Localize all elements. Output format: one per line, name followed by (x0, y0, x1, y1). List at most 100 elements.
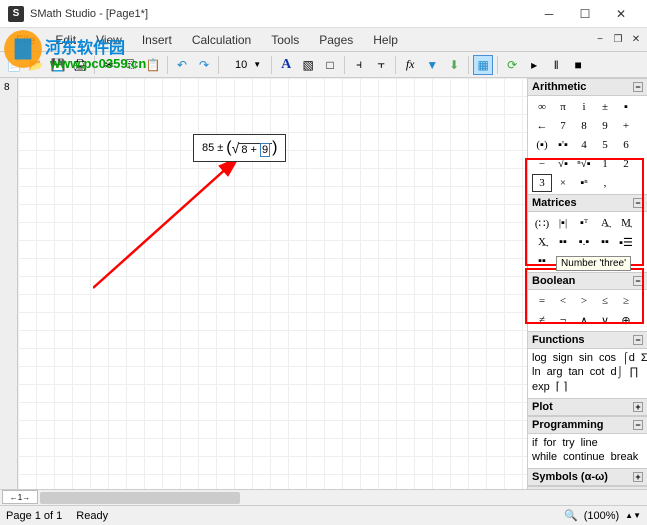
btn-1[interactable]: 1 (595, 155, 615, 173)
menu-help[interactable]: Help (363, 30, 408, 50)
btn-prime[interactable]: ▪'▪ (553, 136, 573, 154)
zoom-menu-icon[interactable]: ▲▼ (625, 511, 641, 520)
btn-vec-a[interactable]: A͢ (595, 214, 615, 232)
expand-icon[interactable]: + (633, 402, 643, 412)
btn-comma[interactable]: , (595, 174, 615, 192)
btn-minus[interactable]: − (532, 155, 552, 173)
fn-cos[interactable]: cos (599, 352, 616, 364)
prog-try[interactable]: try (562, 437, 574, 449)
paste-button[interactable]: 📋 (143, 55, 163, 75)
btn-9[interactable]: 9 (595, 117, 615, 135)
minimize-button[interactable]: ─ (531, 0, 567, 28)
menu-calculation[interactable]: Calculation (182, 30, 261, 50)
btn-and[interactable]: ∧ (574, 311, 594, 329)
plot-panel-header[interactable]: Plot+ (528, 398, 647, 416)
align-left-button[interactable]: ⫞ (349, 55, 369, 75)
play-button[interactable]: ▸ (524, 55, 544, 75)
bg-color-button[interactable]: ▧ (298, 55, 318, 75)
redo-button[interactable]: ↷ (194, 55, 214, 75)
btn-times[interactable]: × (553, 174, 573, 192)
print-button[interactable]: 🖨 (70, 55, 90, 75)
btn-6[interactable]: 6 (616, 136, 636, 154)
btn-eq[interactable]: = (532, 292, 552, 310)
btn-det[interactable]: |▪| (553, 214, 573, 232)
btn-xor[interactable]: ⊕ (616, 311, 636, 329)
scroll-thumb[interactable] (40, 492, 240, 504)
horizontal-scrollbar[interactable]: ←1→ (0, 489, 647, 505)
btn-nth-root[interactable]: ⁿ√▪ (574, 155, 594, 173)
btn-transpose[interactable]: ▪ᵀ (574, 214, 594, 232)
grid-button[interactable]: ▦ (473, 55, 493, 75)
btn-m2[interactable]: ▪.▪ (574, 233, 594, 251)
btn-5[interactable]: 5 (595, 136, 615, 154)
btn-7[interactable]: 7 (553, 117, 573, 135)
mdi-close-button[interactable]: ✕ (629, 33, 643, 47)
btn-back[interactable]: ← (532, 117, 552, 135)
save-button[interactable]: 💾 (48, 55, 68, 75)
prog-while[interactable]: while (532, 451, 557, 463)
programming-panel-header[interactable]: Programming− (528, 416, 647, 434)
btn-m5[interactable]: ▪▪ (532, 252, 552, 270)
btn-power[interactable]: ▪ⁿ (574, 174, 594, 192)
btn-plusminus[interactable]: ± (595, 98, 615, 116)
zoom-icon[interactable]: 🔍 (564, 509, 578, 522)
copy-button[interactable]: ⎘ (121, 55, 141, 75)
filter-button[interactable]: ▼ (422, 55, 442, 75)
btn-le[interactable]: ≤ (595, 292, 615, 310)
boolean-panel-header[interactable]: Boolean− (528, 272, 647, 290)
btn-infinity[interactable]: ∞ (532, 98, 552, 116)
collapse-icon[interactable]: − (633, 335, 643, 345)
worksheet-canvas[interactable]: 85 ± ( 8 + 9 ) (18, 78, 527, 489)
collapse-icon[interactable]: − (633, 198, 643, 208)
stop-button[interactable]: ■ (568, 55, 588, 75)
btn-m4[interactable]: ▪☰ (616, 233, 636, 251)
matrices-panel-header[interactable]: Matrices− (528, 194, 647, 212)
prog-continue[interactable]: continue (563, 451, 605, 463)
menu-tools[interactable]: Tools (261, 30, 309, 50)
pause-button[interactable]: ‖ (546, 55, 566, 75)
arithmetic-panel-header[interactable]: Arithmetic− (528, 78, 647, 96)
btn-8[interactable]: 8 (574, 117, 594, 135)
text-color-button[interactable]: A (276, 55, 296, 75)
formula-box[interactable]: 85 ± ( 8 + 9 ) (193, 134, 286, 162)
btn-lt[interactable]: < (553, 292, 573, 310)
function-button[interactable]: fx (400, 55, 420, 75)
btn-or[interactable]: ∨ (595, 311, 615, 329)
btn-2[interactable]: 2 (616, 155, 636, 173)
fn-ln[interactable]: ln (532, 366, 541, 378)
btn-i[interactable]: i (574, 98, 594, 116)
fn-sign[interactable]: sign (553, 352, 573, 364)
mdi-minimize-button[interactable]: − (593, 33, 607, 47)
refresh-button[interactable]: ⟳ (502, 55, 522, 75)
fn-sin[interactable]: sin (579, 352, 593, 364)
functions-panel-header[interactable]: Functions− (528, 331, 647, 349)
btn-ne[interactable]: ≠ (532, 311, 552, 329)
btn-pi[interactable]: π (553, 98, 573, 116)
prog-line[interactable]: line (581, 437, 598, 449)
menu-file[interactable]: File (6, 30, 45, 50)
btn-matrix[interactable]: (∷) (532, 214, 552, 232)
btn-placeholder[interactable]: ▪ (616, 98, 636, 116)
prog-for[interactable]: for (544, 437, 557, 449)
fn-exp[interactable]: exp (532, 381, 550, 393)
prog-if[interactable]: if (532, 437, 538, 449)
btn-vec-x[interactable]: X͢ (532, 233, 552, 251)
fn-prod[interactable]: ∏ (629, 366, 638, 378)
btn-ge[interactable]: ≥ (616, 292, 636, 310)
menu-insert[interactable]: Insert (132, 30, 182, 50)
fn-deriv[interactable]: ⌠d (622, 352, 635, 364)
page-indicator[interactable]: ←1→ (2, 490, 38, 504)
menu-pages[interactable]: Pages (309, 30, 363, 50)
undo-button[interactable]: ↶ (172, 55, 192, 75)
collapse-icon[interactable]: − (633, 276, 643, 286)
menu-view[interactable]: View (86, 30, 132, 50)
maximize-button[interactable]: ☐ (567, 0, 603, 28)
btn-m3[interactable]: ▪▪ (595, 233, 615, 251)
expand-icon[interactable]: + (633, 472, 643, 482)
btn-plus[interactable]: + (616, 117, 636, 135)
btn-4[interactable]: 4 (574, 136, 594, 154)
fn-log[interactable]: log (532, 352, 547, 364)
btn-sqrt[interactable]: √▪ (553, 155, 573, 173)
fn-sum[interactable]: Σ (641, 352, 647, 364)
fn-arg[interactable]: arg (547, 366, 563, 378)
